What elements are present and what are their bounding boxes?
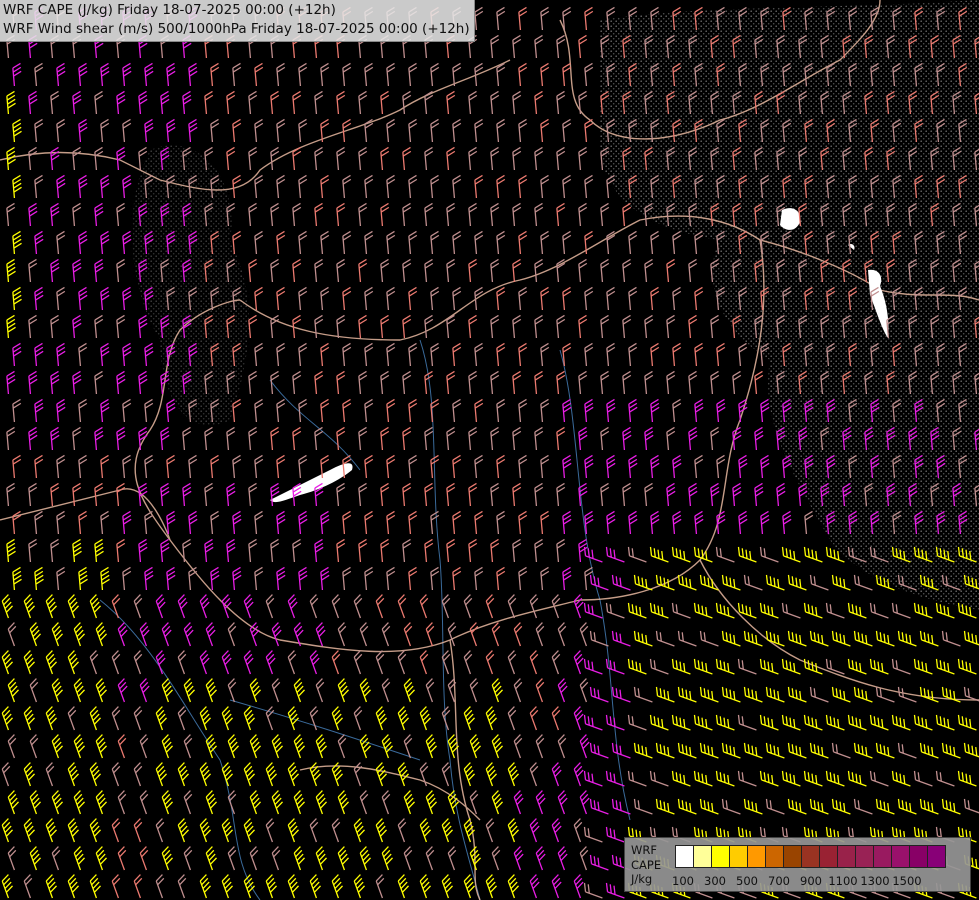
legend-tick: 300 [704,874,726,888]
legend-tick: 1300 [860,874,890,888]
legend-swatch [927,845,946,868]
legend-tick: 700 [768,874,790,888]
legend-swatch [711,845,730,868]
legend-tick: 100 [672,874,694,888]
cape-title: WRF CAPE (J/kg) Friday 18-07-2025 00:00 … [3,2,336,18]
legend-swatch [819,845,838,868]
map-title-box: WRF CAPE (J/kg) Friday 18-07-2025 00:00 … [0,0,475,42]
legend-swatch [873,845,892,868]
legend-swatch [675,845,694,868]
legend-swatch [747,845,766,868]
legend-tick: 1500 [892,874,922,888]
legend-swatch [855,845,874,868]
cape-legend: WRF CAPE J/kg 100 300 500 700 900 1100 1300 150… [624,837,971,892]
legend-swatch [765,845,784,868]
legend-swatch [909,845,928,868]
legend-labels: WRF CAPE J/kg [631,843,661,887]
legend-tick-labels: 100 300 500 700 900 1100 1300 1500 [672,874,970,888]
legend-swatch [801,845,820,868]
legend-tick: 900 [800,874,822,888]
legend-swatch [729,845,748,868]
legend-swatch [891,845,910,868]
legend-tick: 500 [736,874,758,888]
legend-swatch [837,845,856,868]
legend-swatch [693,845,712,868]
legend-label-unit: J/kg [631,872,653,886]
legend-label-model: WRF [631,843,657,857]
wind-shear-cape-map [0,0,979,900]
legend-label-field: CAPE [631,857,662,872]
legend-tick: 1100 [828,874,858,888]
wind-shear-title: WRF Wind shear (m/s) 500/1000hPa Friday … [3,21,470,37]
legend-color-scale [675,845,946,868]
legend-swatch [783,845,802,868]
